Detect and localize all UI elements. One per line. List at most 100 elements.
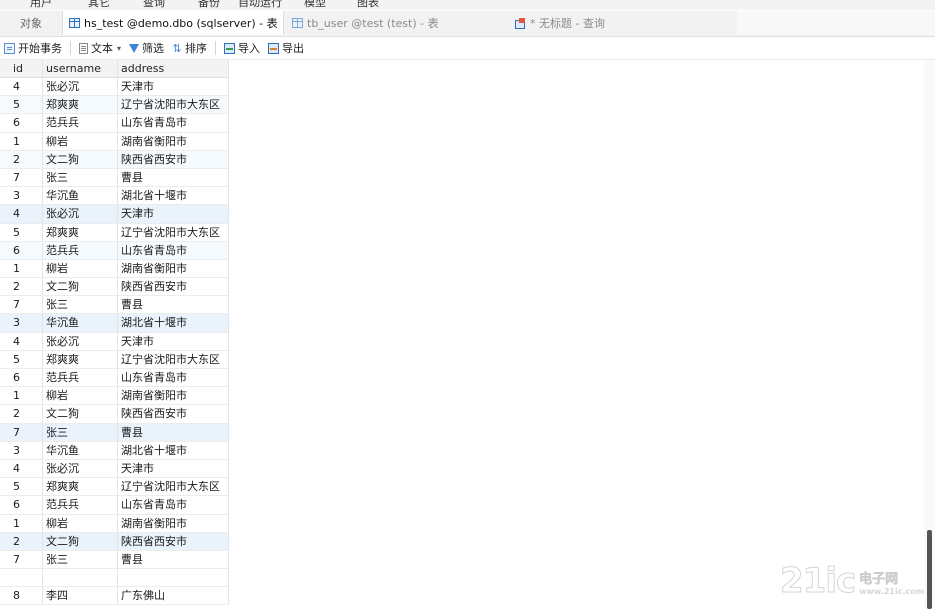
menu-other[interactable]: 其它 (88, 0, 110, 10)
cell-username[interactable]: 张必沉 (43, 78, 118, 96)
cell-username[interactable]: 文二狗 (43, 532, 118, 550)
cell-id[interactable]: 2 (0, 150, 43, 168)
cell-id[interactable]: 5 (0, 350, 43, 368)
cell-username[interactable]: 张三 (43, 168, 118, 187)
cell-address[interactable]: 天津市 (118, 332, 229, 350)
menu-chart[interactable]: 图表 (357, 0, 379, 10)
cell-id[interactable]: 6 (0, 114, 43, 132)
menu-query[interactable]: 查询 (143, 0, 165, 10)
menu-user[interactable]: 用户 (30, 0, 52, 10)
column-header-id[interactable]: id (0, 60, 43, 77)
table-row[interactable]: 7 张三 曹县 (0, 168, 229, 188)
cell-address[interactable]: 陕西省西安市 (118, 405, 229, 423)
table-row[interactable]: 1 柳岩 湖南省衡阳市 (0, 259, 229, 279)
table-row[interactable]: 4 张必沉 天津市 (0, 332, 229, 351)
cell-username[interactable]: 郑爽爽 (43, 350, 118, 368)
cell-username[interactable]: 文二狗 (43, 278, 118, 296)
cell-id[interactable]: 6 (0, 496, 43, 514)
table-row[interactable]: 5 郑爽爽 辽宁省沈阳市大东区 (0, 223, 229, 242)
cell-username[interactable]: 张必沉 (43, 205, 118, 223)
cell-username[interactable]: 郑爽爽 (43, 478, 118, 496)
cell-id[interactable]: 2 (0, 532, 43, 550)
table-row[interactable]: 7 张三 曹县 (0, 296, 229, 315)
cell-username[interactable]: 范兵兵 (43, 496, 118, 514)
table-row[interactable]: 2 文二狗 陕西省西安市 (0, 405, 229, 424)
cell-address[interactable]: 曹县 (118, 423, 229, 441)
cell-username[interactable]: 华沉鱼 (43, 314, 118, 332)
table-row[interactable]: 7 张三 曹县 (0, 423, 229, 442)
cell-username[interactable]: 郑爽爽 (43, 96, 118, 114)
table-row[interactable]: 7 张三 曹县 (0, 550, 229, 570)
cell-address[interactable]: 辽宁省沈阳市大东区 (118, 223, 229, 241)
cell-username[interactable]: 范兵兵 (43, 114, 118, 132)
cell-username[interactable]: 华沉鱼 (43, 441, 118, 459)
scrollbar-thumb[interactable] (927, 530, 932, 609)
table-row[interactable]: 3 华沉鱼 湖北省十堰市 (0, 441, 229, 460)
cell-username[interactable]: 张三 (43, 423, 118, 441)
tab-objects[interactable]: 对象 (0, 11, 62, 35)
cell-address[interactable]: 湖南省衡阳市 (118, 387, 229, 405)
cell-address[interactable]: 陕西省西安市 (118, 532, 229, 550)
cell-address[interactable]: 辽宁省沈阳市大东区 (118, 478, 229, 496)
cell-id[interactable]: 1 (0, 132, 43, 150)
cell-address[interactable]: 天津市 (118, 459, 229, 478)
cell-id[interactable]: 1 (0, 387, 43, 405)
cell-username[interactable]: 张三 (43, 296, 118, 314)
tab-hs-test-table[interactable]: hs_test @demo.dbo (sqlserver) - 表 (62, 11, 284, 35)
table-row[interactable]: 5 郑爽爽 辽宁省沈阳市大东区 (0, 96, 229, 115)
text-view-button[interactable]: 文本 ▾ (75, 38, 125, 58)
cell-address[interactable]: 辽宁省沈阳市大东区 (118, 96, 229, 114)
table-row[interactable]: 2 文二狗 陕西省西安市 (0, 278, 229, 297)
cell-username[interactable]: 柳岩 (43, 259, 118, 278)
cell-id[interactable]: 3 (0, 314, 43, 332)
cell-username[interactable]: 柳岩 (43, 387, 118, 405)
cell-id[interactable]: 7 (0, 423, 43, 441)
cell-username[interactable]: 张必沉 (43, 459, 118, 478)
cell-address[interactable]: 广东佛山 (118, 587, 229, 605)
cell-id[interactable]: 7 (0, 550, 43, 569)
cell-address[interactable]: 曹县 (118, 168, 229, 187)
cell-address[interactable]: 湖北省十堰市 (118, 441, 229, 459)
cell-id[interactable]: 8 (0, 587, 43, 605)
cell-id[interactable]: 1 (0, 259, 43, 278)
cell-address[interactable]: 湖南省衡阳市 (118, 259, 229, 278)
table-row[interactable]: 4 张必沉 天津市 (0, 459, 229, 479)
table-row[interactable]: 4 张必沉 天津市 (0, 78, 229, 97)
cell-address[interactable]: 陕西省西安市 (118, 150, 229, 168)
cell-address[interactable]: 湖南省衡阳市 (118, 514, 229, 532)
cell-address[interactable]: 曹县 (118, 550, 229, 569)
cell-username[interactable]: 郑爽爽 (43, 223, 118, 241)
cell-id[interactable]: 1 (0, 514, 43, 532)
cell-username[interactable]: 华沉鱼 (43, 187, 118, 205)
cell-address[interactable]: 山东省青岛市 (118, 369, 229, 387)
table-row[interactable]: 3 华沉鱼 湖北省十堰市 (0, 187, 229, 206)
table-row[interactable]: 3 华沉鱼 湖北省十堰市 (0, 314, 229, 333)
sort-button[interactable]: ⇅ 排序 (168, 38, 211, 58)
table-row[interactable]: 1 柳岩 湖南省衡阳市 (0, 387, 229, 406)
import-button[interactable]: 导入 (220, 38, 264, 58)
cell-id[interactable]: 5 (0, 96, 43, 114)
cell-username[interactable]: 柳岩 (43, 514, 118, 532)
cell-id[interactable]: 4 (0, 332, 43, 350)
cell-id[interactable]: 6 (0, 369, 43, 387)
column-header-username[interactable]: username (43, 60, 118, 77)
table-row[interactable]: 6 范兵兵 山东省青岛市 (0, 369, 229, 388)
export-button[interactable]: 导出 (264, 38, 308, 58)
cell-id[interactable] (0, 569, 43, 587)
cell-address[interactable]: 陕西省西安市 (118, 278, 229, 296)
cell-username[interactable]: 柳岩 (43, 132, 118, 150)
cell-id[interactable]: 6 (0, 241, 43, 259)
cell-address[interactable]: 山东省青岛市 (118, 114, 229, 132)
cell-address[interactable]: 辽宁省沈阳市大东区 (118, 350, 229, 368)
cell-username[interactable]: 文二狗 (43, 405, 118, 423)
cell-id[interactable]: 3 (0, 441, 43, 459)
cell-id[interactable]: 4 (0, 459, 43, 478)
cell-id[interactable]: 5 (0, 223, 43, 241)
table-row[interactable]: 6 范兵兵 山东省青岛市 (0, 114, 229, 133)
cell-username[interactable] (43, 569, 118, 587)
cell-address[interactable]: 湖北省十堰市 (118, 314, 229, 332)
cell-address[interactable]: 曹县 (118, 296, 229, 314)
table-row[interactable]: 2 文二狗 陕西省西安市 (0, 150, 229, 169)
cell-address[interactable]: 天津市 (118, 205, 229, 223)
table-row[interactable]: 1 柳岩 湖南省衡阳市 (0, 132, 229, 151)
